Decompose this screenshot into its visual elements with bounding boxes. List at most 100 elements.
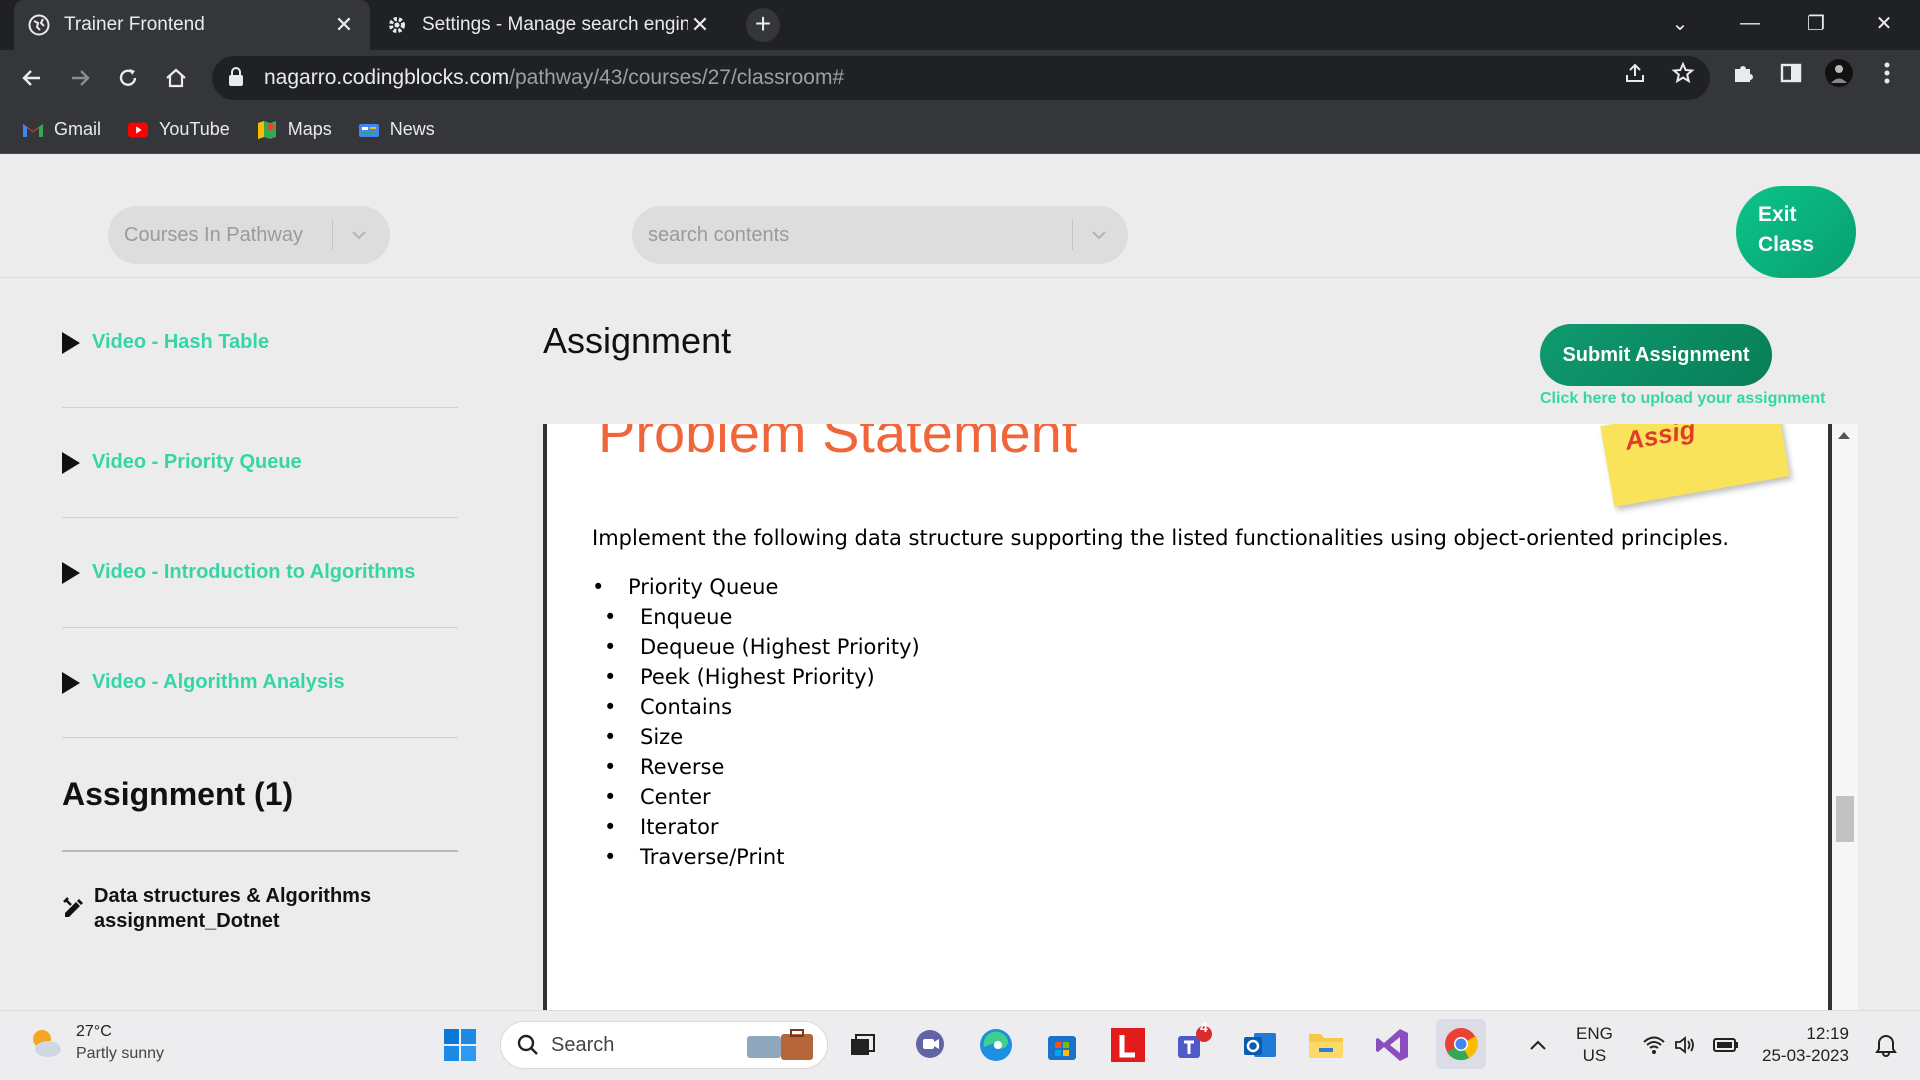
teams-badge: 4 <box>1200 1019 1208 1035</box>
battery-icon[interactable] <box>1706 1025 1746 1065</box>
tab-title: Settings - Manage search engine <box>422 14 688 35</box>
bookmarks-bar: Gmail YouTube Maps News <box>0 106 1920 154</box>
play-icon <box>62 671 80 694</box>
document-list: Priority Queue Enqueue Dequeue (Highest … <box>592 572 920 872</box>
sidebar-item-intro-algorithms[interactable]: Video - Introduction to Algorithms <box>62 518 458 628</box>
assignment-title-line1: Data structures & Algorithms <box>94 885 372 907</box>
scroll-up-arrow-icon[interactable] <box>1838 432 1850 439</box>
windows-start-icon[interactable] <box>440 1025 480 1065</box>
list-item: Dequeue (Highest Priority) <box>604 632 920 662</box>
edge-icon[interactable] <box>976 1025 1016 1065</box>
tab-trainer-frontend[interactable]: Trainer Frontend ✕ <box>14 0 370 50</box>
courses-dropdown[interactable]: Courses In Pathway <box>108 206 390 264</box>
language-indicator[interactable]: ENG US <box>1576 1023 1613 1067</box>
submit-assignment-button[interactable]: Submit Assignment <box>1540 324 1772 386</box>
profile-avatar[interactable] <box>1824 58 1854 88</box>
bookmark-label: YouTube <box>159 119 230 139</box>
chevron-up-icon[interactable] <box>1518 1025 1558 1065</box>
chevron-down-icon[interactable] <box>348 224 370 246</box>
clock[interactable]: 12:19 25-03-2023 <box>1762 1023 1849 1067</box>
chevron-down-icon[interactable] <box>1088 224 1110 246</box>
tab-title: Trainer Frontend <box>64 14 205 35</box>
chrome-icon[interactable] <box>1436 1019 1486 1069</box>
tab-search-icon[interactable]: ⌄ <box>1650 0 1710 46</box>
bookmark-maps[interactable]: Maps <box>256 119 332 140</box>
notification-icon[interactable] <box>1866 1025 1906 1065</box>
microsoft-store-icon[interactable] <box>1042 1025 1082 1065</box>
assignment-title-line2: assignment_Dotnet <box>94 910 280 932</box>
url-text: nagarro.codingblocks.com/pathway/43/cour… <box>264 66 844 90</box>
sidebar-item-priority-queue[interactable]: Video - Priority Queue <box>62 408 458 518</box>
bookmark-news[interactable]: News <box>358 119 435 140</box>
sidebar-item-algorithm-analysis[interactable]: Video - Algorithm Analysis <box>62 628 458 738</box>
taskbar-search[interactable]: Search <box>500 1021 828 1069</box>
search-icon <box>517 1034 539 1056</box>
visual-studio-icon[interactable] <box>1372 1025 1412 1065</box>
list-item: Enqueue <box>604 602 920 632</box>
chat-icon[interactable] <box>910 1025 950 1065</box>
sidebar-item-label: Video - Priority Queue <box>92 451 302 473</box>
l-app-icon[interactable] <box>1108 1025 1148 1065</box>
task-view-icon[interactable] <box>842 1025 882 1065</box>
weather-widget[interactable]: 27°C Partly sunny <box>28 1023 164 1063</box>
bookmark-star-icon[interactable] <box>1668 58 1698 88</box>
list-item: Reverse <box>604 752 920 782</box>
bookmark-label: Gmail <box>54 119 102 139</box>
tab-settings[interactable]: Settings - Manage search engine ✕ <box>372 0 726 50</box>
pencil-ruler-icon <box>62 896 86 920</box>
list-title: Priority Queue <box>592 572 920 602</box>
search-contents-input[interactable]: search contents <box>632 206 1128 264</box>
bookmark-label: News <box>389 119 435 139</box>
clock-time: 12:19 <box>1806 1024 1849 1043</box>
lock-icon[interactable] <box>228 67 248 89</box>
maps-icon <box>256 120 278 139</box>
minimize-button[interactable]: — <box>1720 0 1780 46</box>
home-button[interactable] <box>158 60 194 96</box>
close-tab-icon[interactable]: ✕ <box>332 12 356 37</box>
list-item: Contains <box>604 692 920 722</box>
url-host: nagarro.codingblocks.com <box>264 66 510 89</box>
scroll-thumb[interactable] <box>1836 796 1854 842</box>
file-explorer-icon[interactable] <box>1306 1025 1346 1065</box>
address-bar[interactable]: nagarro.codingblocks.com/pathway/43/cour… <box>212 56 1710 100</box>
sidebar-item-label: Video - Hash Table <box>92 331 270 353</box>
close-tab-icon[interactable]: ✕ <box>688 12 712 37</box>
forward-button[interactable] <box>62 60 98 96</box>
reload-button[interactable] <box>110 60 146 96</box>
operations-list: Enqueue Dequeue (Highest Priority) Peek … <box>604 602 920 872</box>
outlook-icon[interactable] <box>1240 1025 1280 1065</box>
search-highlight-icon <box>745 1028 817 1070</box>
content-sidebar: Video - Hash Table Video - Priority Queu… <box>62 278 458 932</box>
restore-button[interactable]: ❐ <box>1786 0 1846 46</box>
lang-line2: US <box>1582 1046 1607 1065</box>
close-window-button[interactable]: ✕ <box>1854 0 1914 46</box>
new-tab-button[interactable]: + <box>746 8 780 42</box>
menu-kebab-icon[interactable] <box>1872 58 1902 88</box>
sidebar-item-hash-table[interactable]: Video - Hash Table <box>62 278 458 408</box>
document-body: Implement the following data structure s… <box>592 524 1730 872</box>
clock-date: 25-03-2023 <box>1762 1046 1849 1065</box>
browser-toolbar: nagarro.codingblocks.com/pathway/43/cour… <box>0 50 1920 106</box>
teams-icon[interactable]: 4 <box>1174 1019 1214 1065</box>
share-icon[interactable] <box>1620 58 1650 88</box>
exit-label-line2: Class <box>1758 233 1815 256</box>
document-intro: Implement the following data structure s… <box>592 526 1730 550</box>
list-item: Center <box>604 782 920 812</box>
upload-hint-link[interactable]: Click here to upload your assignment <box>1540 390 1825 408</box>
extensions-icon[interactable] <box>1728 58 1758 88</box>
back-button[interactable] <box>14 60 50 96</box>
side-panel-icon[interactable] <box>1776 58 1806 88</box>
bookmark-youtube[interactable]: YouTube <box>127 119 230 140</box>
volume-icon[interactable] <box>1666 1025 1706 1065</box>
list-item: Size <box>604 722 920 752</box>
bookmark-gmail[interactable]: Gmail <box>22 119 101 140</box>
youtube-icon <box>127 121 149 139</box>
play-icon <box>62 331 80 354</box>
gear-icon <box>386 14 408 36</box>
sidebar-item-assignment[interactable]: Data structures & Algorithms assignment_… <box>62 884 458 934</box>
exit-class-button[interactable]: Exit Class <box>1736 186 1856 278</box>
document-scrollbar[interactable] <box>1832 424 1858 1010</box>
dropdown-separator <box>332 220 333 250</box>
sidebar-item-label: Video - Algorithm Analysis <box>92 671 345 693</box>
windows-taskbar: 27°C Partly sunny Search 4 ENG US 12:19 … <box>0 1010 1920 1080</box>
